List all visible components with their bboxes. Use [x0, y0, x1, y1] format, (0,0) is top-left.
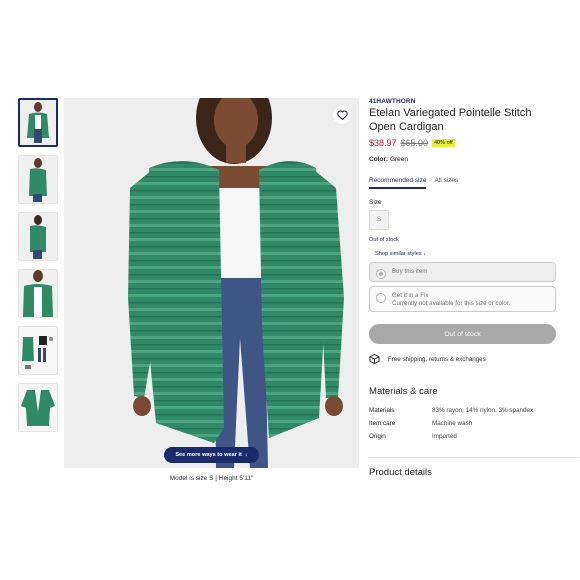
- row-value: Machine wash: [432, 420, 473, 427]
- out-of-stock-button[interactable]: Out of stock: [369, 324, 556, 344]
- row-key: Item care: [369, 420, 396, 427]
- arrow-down-icon: ↓: [244, 452, 248, 458]
- shop-similar-label: Shop similar styles: [375, 251, 422, 257]
- thumbnail-strip: [18, 98, 58, 440]
- brand-link[interactable]: 41HAWTHORN: [369, 98, 559, 105]
- thumbnail-closeup[interactable]: [18, 269, 58, 318]
- fix-note: Currently not available for this size or…: [392, 300, 511, 307]
- product-details-heading[interactable]: Product details: [369, 467, 559, 478]
- fix-label: Get it in a Fix: [392, 292, 429, 299]
- radio-icon: [376, 269, 386, 279]
- divider: [369, 457, 579, 458]
- tab-recommended-size[interactable]: Recommended size: [369, 177, 427, 189]
- materials-table: Materials 83% rayon, 14% nylon, 3% spand…: [369, 407, 559, 446]
- size-label: Size: [369, 199, 382, 206]
- see-more-ways-button[interactable]: See more ways to wear it ↓: [164, 447, 259, 463]
- product-info-panel: 41HAWTHORN Etelan Variegated Pointelle S…: [369, 98, 579, 478]
- buy-this-item-label: Buy this item: [392, 268, 428, 275]
- materials-heading: Materials & care: [369, 386, 438, 397]
- color-value: Green: [389, 156, 409, 163]
- favorite-button[interactable]: [333, 106, 351, 124]
- size-option-s[interactable]: S: [369, 210, 389, 230]
- shipping-info: Free shipping, returns & exchanges: [369, 354, 559, 364]
- main-product-image[interactable]: See more ways to wear it ↓: [64, 98, 359, 468]
- tab-all-sizes[interactable]: All sizes: [434, 177, 458, 189]
- thumbnail-flat[interactable]: [18, 383, 58, 432]
- out-of-stock-text: Out of stock: [369, 237, 399, 243]
- box-icon: [369, 354, 380, 364]
- price-row: $38.97 $65.00 40% off: [369, 138, 559, 148]
- product-title: Etelan Variegated Pointelle Stitch Open …: [369, 107, 532, 133]
- arrow-down-icon: ↓: [423, 251, 426, 257]
- size-tabs: Recommended size All sizes: [369, 177, 559, 189]
- materials-row: Item care Machine wash: [369, 420, 559, 433]
- thumbnail-side[interactable]: [18, 155, 58, 204]
- row-key: Materials: [369, 407, 395, 414]
- shipping-text: Free shipping, returns & exchanges: [388, 355, 486, 363]
- discount-badge: 40% off: [432, 139, 455, 147]
- materials-row: Origin Imported: [369, 433, 559, 446]
- color-row: Color: Green: [369, 156, 559, 163]
- sale-price: $38.97: [369, 138, 397, 148]
- materials-row: Materials 83% rayon, 14% nylon, 3% spand…: [369, 407, 559, 420]
- shop-similar-link[interactable]: Shop similar styles ↓: [375, 251, 559, 257]
- thumbnail-back[interactable]: [18, 212, 58, 261]
- row-value: Imported: [432, 433, 457, 440]
- thumbnail-outfit[interactable]: [18, 326, 58, 375]
- buy-this-item-option[interactable]: Buy this item: [369, 262, 556, 282]
- row-value: 83% rayon, 14% nylon, 3% spandex: [432, 407, 534, 414]
- heart-icon: [336, 110, 348, 120]
- model-size-caption: Model is size S | Height 5'11": [169, 475, 254, 482]
- radio-icon: [376, 293, 386, 303]
- get-it-in-fix-option[interactable]: Get it in a Fix Currently not available …: [369, 286, 556, 312]
- row-key: Origin: [369, 433, 386, 440]
- thumbnail-front[interactable]: [18, 98, 58, 147]
- color-label: Color:: [369, 156, 389, 163]
- see-more-ways-label: See more ways to wear it: [175, 452, 242, 458]
- original-price: $65.00: [400, 138, 429, 148]
